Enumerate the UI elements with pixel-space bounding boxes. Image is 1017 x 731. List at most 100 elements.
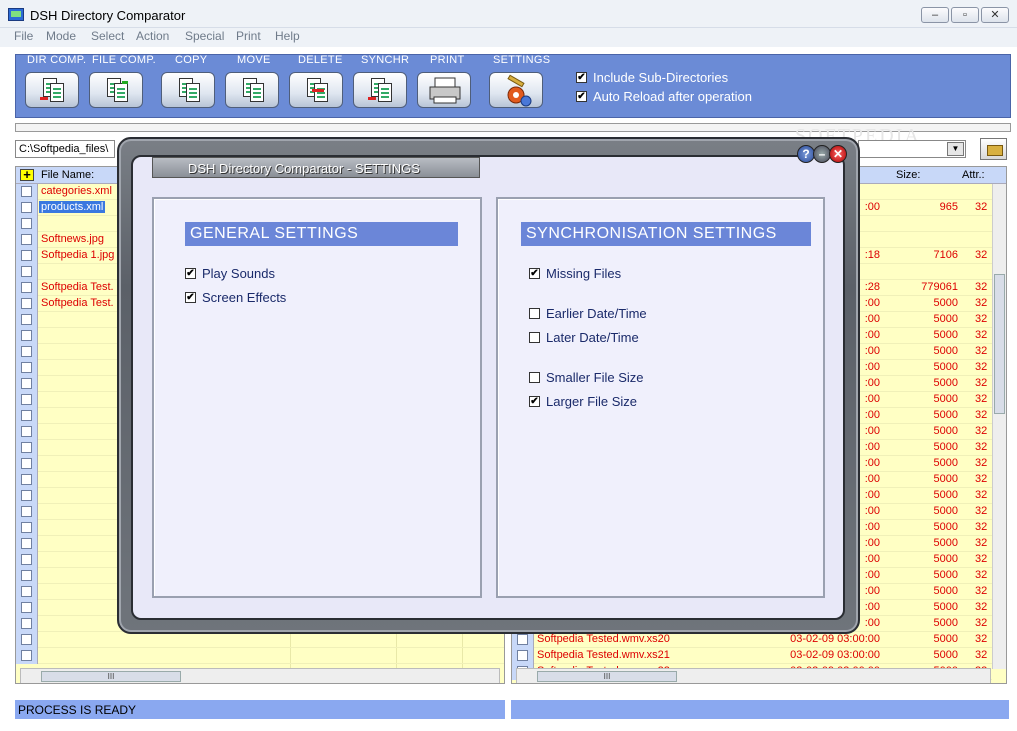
row-checkbox[interactable] (21, 314, 32, 325)
file-date: :00 (864, 521, 880, 533)
folder-open-button[interactable] (980, 138, 1007, 160)
dir-compare-button[interactable] (25, 72, 79, 108)
row-checkbox[interactable] (21, 394, 32, 405)
menu-file[interactable]: File (14, 29, 33, 43)
scroll-thumb[interactable]: III (537, 671, 677, 682)
row-checkbox[interactable] (21, 282, 32, 293)
later-date-checkbox[interactable] (529, 332, 540, 343)
row-checkbox[interactable] (21, 378, 32, 389)
file-compare-button[interactable] (89, 72, 143, 108)
menu-help[interactable]: Help (275, 29, 300, 43)
print-button[interactable] (417, 72, 471, 108)
delete-button[interactable] (289, 72, 343, 108)
row-checkbox[interactable] (21, 442, 32, 453)
row-checkbox[interactable] (21, 250, 32, 261)
file-size: 5000 (933, 361, 958, 373)
row-checkbox[interactable] (21, 506, 32, 517)
missing-files-checkbox[interactable]: ✔ (529, 268, 540, 279)
list-item[interactable]: Softpedia Tested.wmv.xs20 03-02-09 03:00:… (512, 632, 992, 648)
menu-action[interactable]: Action (136, 29, 169, 43)
file-attr: 32 (975, 505, 988, 517)
row-checkbox[interactable] (21, 426, 32, 437)
row-checkbox[interactable] (21, 650, 32, 661)
sync-settings-panel: SYNCHRONISATION SETTINGS ✔ Missing Files… (496, 197, 825, 598)
row-checkbox[interactable] (21, 298, 32, 309)
include-subdirs-checkbox[interactable]: ✔ (576, 72, 587, 83)
file-attr: 32 (975, 649, 988, 661)
row-checkbox[interactable] (21, 570, 32, 581)
restore-button[interactable]: ▫ (951, 7, 979, 23)
file-size: 5000 (933, 393, 958, 405)
row-checkbox[interactable] (21, 410, 32, 421)
menu-mode[interactable]: Mode (46, 29, 76, 43)
settings-button[interactable] (489, 72, 543, 108)
close-button[interactable]: ✕ (981, 7, 1009, 23)
row-checkbox[interactable] (21, 474, 32, 485)
file-attr: 32 (975, 393, 988, 405)
menu-select[interactable]: Select (91, 29, 124, 43)
row-checkbox[interactable] (21, 634, 32, 645)
row-checkbox[interactable] (21, 362, 32, 373)
row-checkbox[interactable] (21, 234, 32, 245)
missing-files-label: Missing Files (546, 266, 622, 281)
row-checkbox[interactable] (21, 490, 32, 501)
play-sounds-label: Play Sounds (202, 266, 275, 281)
copy-button[interactable] (161, 72, 215, 108)
list-item[interactable]: Softpedia Tested.wmv.xs21 03-02-09 03:00:… (512, 648, 992, 664)
menu-print[interactable]: Print (236, 29, 261, 43)
row-checkbox[interactable] (21, 586, 32, 597)
row-checkbox[interactable] (21, 202, 32, 213)
row-checkbox[interactable] (21, 554, 32, 565)
file-name: Softpedia Tested.wmv.xs21 (537, 649, 670, 661)
synchronize-button[interactable] (353, 72, 407, 108)
move-button[interactable] (225, 72, 279, 108)
file-name: Softpedia Test. (41, 281, 114, 293)
file-attr: 32 (975, 409, 988, 421)
play-sounds-checkbox[interactable]: ✔ (185, 268, 196, 279)
file-name: products.xml (39, 201, 106, 213)
app-icon (8, 8, 24, 21)
file-date: :00 (864, 409, 880, 421)
add-icon[interactable]: + (20, 168, 34, 181)
row-checkbox[interactable] (21, 618, 32, 629)
file-date: :00 (864, 505, 880, 517)
scroll-thumb[interactable] (994, 274, 1005, 414)
earlier-date-checkbox[interactable] (529, 308, 540, 319)
row-checkbox[interactable] (21, 602, 32, 613)
larger-size-checkbox[interactable]: ✔ (529, 396, 540, 407)
row-checkbox[interactable] (21, 538, 32, 549)
list-item[interactable] (16, 648, 504, 664)
row-checkbox[interactable] (21, 218, 32, 229)
row-checkbox[interactable] (21, 458, 32, 469)
row-checkbox[interactable] (21, 266, 32, 277)
row-checkbox[interactable] (21, 522, 32, 533)
right-hscrollbar[interactable]: III (516, 668, 991, 683)
row-checkbox[interactable] (21, 330, 32, 341)
file-date: :00 (864, 553, 880, 565)
chevron-down-icon[interactable]: ▼ (947, 142, 964, 156)
scroll-thumb[interactable]: III (41, 671, 181, 682)
move-label: MOVE (237, 54, 271, 66)
size-column-header: Size: (896, 169, 921, 181)
menu-special[interactable]: Special (185, 29, 224, 43)
left-hscrollbar[interactable]: III (20, 668, 500, 683)
left-path-field[interactable]: C:\Softpedia_files\ (15, 140, 115, 158)
file-attr: 32 (975, 617, 988, 629)
row-checkbox[interactable] (21, 186, 32, 197)
sync-settings-heading: SYNCHRONISATION SETTINGS (521, 222, 811, 246)
auto-reload-checkbox[interactable]: ✔ (576, 91, 587, 102)
smaller-size-checkbox[interactable] (529, 372, 540, 383)
minimize-button[interactable]: – (921, 7, 949, 23)
row-checkbox[interactable] (21, 346, 32, 357)
row-checkbox[interactable] (517, 634, 528, 645)
file-size: 5000 (933, 425, 958, 437)
row-checkbox[interactable] (517, 650, 528, 661)
file-size: 5000 (933, 585, 958, 597)
list-item[interactable] (16, 632, 504, 648)
dialog-close-icon[interactable]: ✕ (829, 145, 847, 163)
right-vscrollbar[interactable] (992, 184, 1006, 669)
screen-effects-checkbox[interactable]: ✔ (185, 292, 196, 303)
print-label: PRINT (430, 54, 465, 66)
file-size: 5000 (933, 521, 958, 533)
file-size: 5000 (933, 297, 958, 309)
